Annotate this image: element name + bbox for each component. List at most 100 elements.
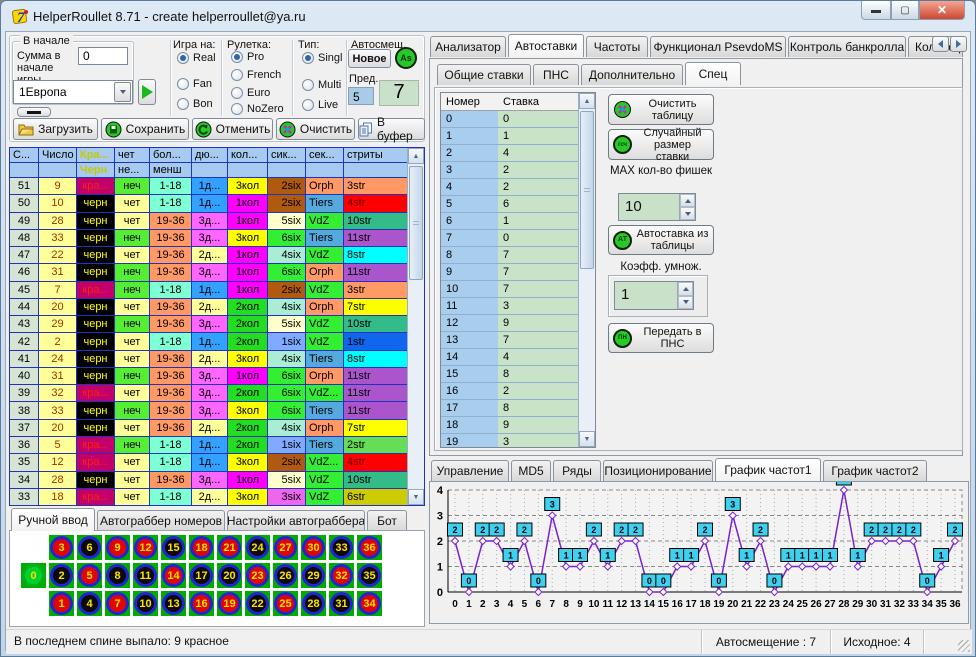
roulette-number-28[interactable]: 28 [301, 591, 326, 616]
radio-bon[interactable]: Bon [177, 98, 213, 110]
roulette-number-11[interactable]: 11 [133, 563, 158, 588]
spins-row[interactable]: 3720чернчет19-362д...2кол4sixOrph7str [10, 420, 407, 437]
combobox-dropdown-button[interactable] [114, 82, 131, 102]
radio-multi[interactable]: Multi [302, 79, 341, 91]
max-chips-stepper[interactable]: 10 [618, 193, 696, 221]
scroll-down-icon[interactable]: ▼ [579, 431, 595, 447]
tab-analyzer[interactable]: Анализатор [430, 36, 506, 57]
scroll-down-icon[interactable]: ▼ [408, 489, 424, 505]
roulette-number-3[interactable]: 3 [49, 535, 74, 560]
col-header[interactable]: сик... [268, 148, 306, 162]
roulette-number-15[interactable]: 15 [161, 535, 186, 560]
roulette-number-12[interactable]: 12 [133, 535, 158, 560]
spins-row[interactable]: 4928чернчет19-363д...1кол5sixVdZ10str [10, 213, 407, 230]
clear-button[interactable]: Очистить [276, 118, 355, 140]
col-header[interactable]: С... [10, 148, 39, 162]
roulette-number-14[interactable]: 14 [161, 563, 186, 588]
roulette-number-0[interactable]: 0 [21, 563, 46, 588]
tab-positioning[interactable]: Позиционирование [603, 460, 713, 481]
spins-row[interactable]: 5010чернчет1-181д...1кол2sixTiers4str [10, 195, 407, 212]
tab-rows[interactable]: Ряды [553, 460, 601, 481]
radio-french[interactable]: French [231, 69, 281, 81]
radio-singl[interactable]: Singl [302, 52, 342, 64]
clear-table-button[interactable]: Очистить таблицу [608, 94, 714, 125]
roulette-number-18[interactable]: 18 [189, 535, 214, 560]
roulette-number-17[interactable]: 17 [189, 563, 214, 588]
spins-row[interactable]: 3833черннеч19-363д...3кол6sixTiers11str [10, 402, 407, 419]
undo-button[interactable]: Отменить [192, 118, 273, 140]
play-button[interactable] [138, 79, 156, 105]
maximize-button[interactable]: ▢ [891, 1, 919, 20]
roulette-number-13[interactable]: 13 [161, 591, 186, 616]
radio-real[interactable]: Real [177, 52, 216, 64]
roulette-number-21[interactable]: 21 [217, 535, 242, 560]
random-bet-button[interactable]: гсч Случайный размер ставки [608, 129, 714, 160]
roulette-number-7[interactable]: 7 [105, 591, 130, 616]
roulette-number-29[interactable]: 29 [301, 563, 326, 588]
roulette-number-36[interactable]: 36 [357, 535, 382, 560]
col-header[interactable]: кол... [228, 148, 268, 162]
profile-combobox[interactable]: 1Европа [13, 80, 133, 104]
tab-additional[interactable]: Дополнительно [581, 64, 683, 85]
radio-live[interactable]: Live [302, 99, 338, 111]
tab-freq-chart2[interactable]: График частот2 [823, 460, 927, 481]
new-button[interactable]: Новое [348, 49, 391, 68]
radio-fan[interactable]: Fan [177, 78, 212, 90]
spins-row[interactable]: 3932кра...чет19-363д...2кол6sixVdZ...11s… [10, 385, 407, 402]
col-header[interactable]: сек... [306, 148, 344, 162]
tab-control[interactable]: Управление [431, 460, 509, 481]
roulette-number-4[interactable]: 4 [77, 591, 102, 616]
bets-row[interactable]: 97 [441, 264, 578, 281]
bets-row[interactable]: 42 [441, 179, 578, 196]
spins-row[interactable]: 3428чернчет19-363д...1кол5sixVdZ10str [10, 472, 407, 489]
spins-row[interactable]: 519кра...неч1-181д...3кол2sixOrph3str [10, 178, 407, 195]
col-header[interactable]: Кра... [77, 148, 115, 162]
spins-scrollbar[interactable]: ▲ ▼ [407, 148, 424, 505]
roulette-number-26[interactable]: 26 [273, 563, 298, 588]
bets-row[interactable]: 162 [441, 383, 578, 400]
roulette-number-32[interactable]: 32 [329, 563, 354, 588]
copy-buffer-button[interactable]: В буфер [358, 118, 425, 140]
stepper-down-button[interactable] [680, 207, 695, 220]
spins-row[interactable]: 4833черннеч19-363д...3кол6sixTiers11str [10, 230, 407, 247]
spins-row[interactable]: 422чернчет1-181д...2кол1sixVdZ1str [10, 333, 407, 350]
spins-row[interactable]: 3318кра...чет1-182д...3кол3sixVdZ6str [10, 489, 407, 506]
bets-row[interactable]: 56 [441, 196, 578, 213]
roulette-number-1[interactable]: 1 [49, 591, 74, 616]
stepper-up-button[interactable] [680, 194, 695, 207]
spins-row[interactable]: 4124чернчет19-362д...3кол4sixTiers8str [10, 351, 407, 368]
scrollbar-thumb[interactable] [580, 111, 594, 269]
tab-autograbber-numbers[interactable]: Автограббер номеров [97, 510, 225, 531]
col-header[interactable]: стриты [344, 148, 407, 162]
tab-spec[interactable]: Спец [685, 62, 741, 85]
multiplier-stepper[interactable]: 1 [614, 281, 694, 310]
tab-scroll-left-button[interactable] [932, 36, 949, 52]
radio-nozero[interactable]: NoZero [231, 103, 284, 115]
col-header[interactable]: дю... [192, 148, 228, 162]
bets-row[interactable]: 70 [441, 230, 578, 247]
spins-row[interactable]: 4329черннеч19-363д...2кол5sixVdZ10str [10, 316, 407, 333]
tab-psevdoms[interactable]: Функционал PsevdoMS [650, 36, 786, 57]
roulette-number-20[interactable]: 20 [217, 563, 242, 588]
spins-row[interactable]: 4631черннеч19-363д...1кол6sixOrph11str [10, 264, 407, 281]
roulette-number-10[interactable]: 10 [133, 591, 158, 616]
close-button[interactable]: ✕ [919, 1, 965, 20]
bets-row[interactable]: 113 [441, 298, 578, 315]
roulette-number-34[interactable]: 34 [357, 591, 382, 616]
tab-scroll-right-button[interactable] [950, 36, 967, 52]
tab-autograbber-settings[interactable]: Настройки автограббера [227, 510, 365, 531]
bets-row[interactable]: 129 [441, 315, 578, 332]
bets-row[interactable]: 178 [441, 400, 578, 417]
tab-freq-chart1[interactable]: График частот1 [715, 458, 821, 481]
roulette-number-9[interactable]: 9 [105, 535, 130, 560]
bets-row[interactable]: 189 [441, 417, 578, 434]
autobet-button[interactable]: АТ Автоставка из таблицы [608, 225, 714, 255]
tab-autobets[interactable]: Автоставки [508, 34, 584, 57]
bets-row[interactable]: 144 [441, 349, 578, 366]
tab-common-bets[interactable]: Общие ставки [437, 64, 531, 85]
roulette-number-27[interactable]: 27 [273, 535, 298, 560]
bets-row[interactable]: 193 [441, 434, 578, 448]
tab-manual-input[interactable]: Ручной ввод [11, 508, 95, 531]
roulette-number-16[interactable]: 16 [189, 591, 214, 616]
bets-row[interactable]: 61 [441, 213, 578, 230]
